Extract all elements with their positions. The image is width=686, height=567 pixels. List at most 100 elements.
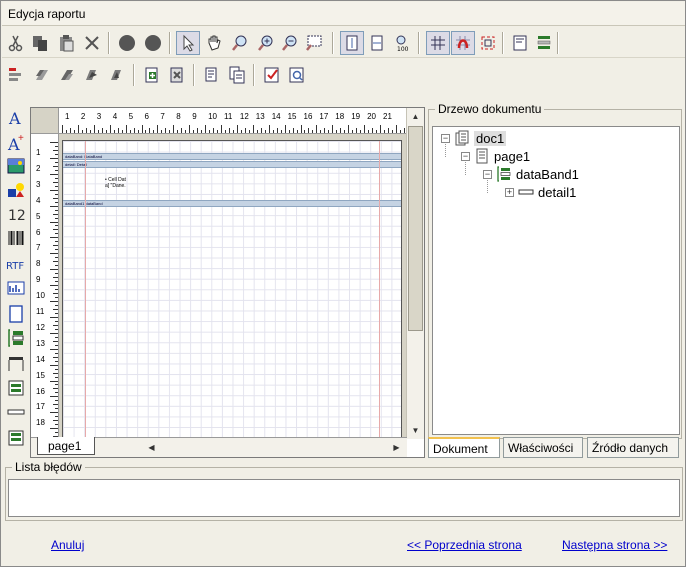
page-tab[interactable]: page1	[37, 437, 95, 455]
copy-icon[interactable]	[28, 31, 52, 55]
ruler-v-number: 4	[36, 195, 41, 205]
ruler-v-number: 18	[36, 418, 45, 428]
zoom-out-icon[interactable]	[278, 31, 302, 55]
tab-zrodlo-danych[interactable]: Źródło danych	[587, 437, 679, 458]
right-panel-tabs: Dokument Właściwości Źródło danych	[426, 437, 683, 459]
circle-icon[interactable]	[115, 31, 139, 55]
band-3[interactable]: dataBand1 dataBand	[63, 200, 401, 207]
pointer-icon[interactable]	[176, 31, 200, 55]
tree-node-label: dataBand1	[516, 166, 579, 182]
vertical-scrollbar[interactable]: ▲ ▼	[406, 108, 424, 439]
chart-icon[interactable]	[4, 277, 28, 299]
circle-icon[interactable]	[141, 31, 165, 55]
ruler-v-number: 13	[36, 338, 45, 348]
svg-text:+: +	[18, 133, 24, 144]
document-tree-group: Drzewo dokumentu − doc1 − page1 − dataBa…	[428, 102, 682, 439]
document-icon	[455, 130, 469, 146]
text-plus-icon[interactable]: A +	[4, 131, 28, 153]
bands-icon[interactable]	[532, 31, 556, 55]
bring-front-icon[interactable]	[30, 63, 54, 87]
ruler-h-number: 19	[351, 112, 361, 121]
detail-band-icon[interactable]	[4, 377, 28, 399]
group-icon[interactable]	[140, 63, 164, 87]
ungroup-icon[interactable]	[165, 63, 189, 87]
window-title: Edycja raportu	[2, 2, 685, 26]
grid-icon[interactable]	[426, 31, 450, 55]
ruler-v-number: 15	[36, 370, 45, 380]
field-2[interactable]: a] "Dane.	[105, 183, 126, 189]
svg-text:100: 100	[397, 46, 409, 52]
backward-icon[interactable]	[105, 63, 129, 87]
ruler-v-number: 1	[36, 148, 41, 157]
collapse-icon[interactable]: −	[441, 133, 450, 143]
zoom-100-icon[interactable]: 100	[390, 31, 414, 55]
ruler-v-number: 8	[36, 259, 41, 269]
ruler-h-number: 1	[65, 112, 70, 121]
collapse-icon[interactable]: −	[461, 151, 470, 161]
ruler-h-number: 14	[271, 112, 281, 121]
databand-icon[interactable]	[4, 327, 28, 349]
header-band-icon[interactable]	[4, 353, 28, 375]
fit-height-icon[interactable]	[340, 31, 364, 55]
line-icon[interactable]	[4, 401, 28, 423]
design-canvas[interactable]: dataBand: DataBand detail: Detail • Cell…	[59, 134, 407, 439]
ruler-v-number: 16	[36, 386, 45, 396]
tree-node-detail1[interactable]: + detail1	[505, 183, 576, 201]
band-2[interactable]: detail: Detail	[63, 161, 401, 168]
scroll-right-icon[interactable]: ▶	[388, 439, 405, 456]
document-tree[interactable]: − doc1 − page1 − dataBand1 + detail1	[432, 126, 680, 435]
scroll-down-icon[interactable]: ▼	[407, 422, 424, 439]
svg-text:12: 12	[8, 208, 26, 224]
image-icon[interactable]	[4, 155, 28, 177]
tree-node-page1[interactable]: − page1	[461, 147, 530, 165]
page-setup-icon[interactable]	[508, 31, 532, 55]
ruler-h-number: 4	[112, 112, 118, 121]
component-toolbar: A A + 12 RTF	[4, 107, 28, 461]
expand-icon[interactable]: +	[505, 187, 514, 197]
zoom-select-icon[interactable]	[228, 31, 252, 55]
ruler-h-number: 9	[192, 112, 197, 121]
previous-page-link[interactable]: << Poprzednia strona	[407, 538, 522, 552]
paste-format-icon[interactable]	[225, 63, 249, 87]
scroll-left-icon[interactable]: ◀	[143, 439, 160, 456]
scroll-up-icon[interactable]: ▲	[407, 108, 424, 125]
preview-icon[interactable]	[285, 63, 309, 87]
paste-icon[interactable]	[54, 31, 78, 55]
number-icon[interactable]: 12	[4, 203, 28, 225]
footer-band-icon[interactable]	[4, 427, 28, 449]
snap-icon[interactable]	[451, 31, 475, 55]
tab-wlasciwosci[interactable]: Właściwości	[503, 437, 583, 458]
report-page[interactable]: dataBand: DataBand detail: Detail • Cell…	[62, 140, 402, 439]
page-icon[interactable]	[4, 303, 28, 325]
text-icon[interactable]: A	[4, 107, 28, 129]
zoom-in-icon[interactable]	[254, 31, 278, 55]
cancel-link[interactable]: Anuluj	[51, 538, 84, 552]
cut-icon[interactable]	[4, 31, 28, 55]
check-icon[interactable]	[260, 63, 284, 87]
forward-icon[interactable]	[80, 63, 104, 87]
band-1[interactable]: dataBand: DataBand	[63, 153, 401, 160]
fit-width-icon[interactable]	[365, 31, 389, 55]
hand-icon[interactable]	[202, 31, 226, 55]
tree-node-doc1[interactable]: − doc1	[441, 129, 507, 147]
scroll-thumb[interactable]	[408, 126, 423, 331]
report-designer: 1 2 3 4 5 6 7 8 9 10 11 12 13 14 15 16 17 18 19 20 21 123456…	[30, 107, 425, 458]
next-page-link[interactable]: Następna strona >>	[562, 538, 667, 552]
shapes-icon[interactable]	[4, 179, 28, 201]
ruler-v-number: 6	[36, 227, 41, 237]
send-back-icon[interactable]	[55, 63, 79, 87]
zoom-region-icon[interactable]	[302, 31, 326, 55]
align-icon[interactable]	[4, 63, 28, 87]
ruler-h-number: 11	[224, 112, 233, 121]
collapse-icon[interactable]: −	[483, 169, 492, 179]
delete-icon[interactable]	[80, 31, 104, 55]
rtf-icon[interactable]: RTF	[4, 253, 28, 275]
horizontal-scrollbar[interactable]: ◀ ▶	[143, 440, 405, 455]
barcode-icon[interactable]	[4, 227, 28, 249]
tree-node-databand1[interactable]: − dataBand1	[483, 165, 579, 183]
error-list[interactable]	[8, 479, 680, 517]
frame-icon[interactable]	[476, 31, 500, 55]
ruler-v-number: 9	[36, 275, 41, 285]
tab-dokument[interactable]: Dokument	[428, 437, 500, 458]
copy-format-icon[interactable]	[200, 63, 224, 87]
